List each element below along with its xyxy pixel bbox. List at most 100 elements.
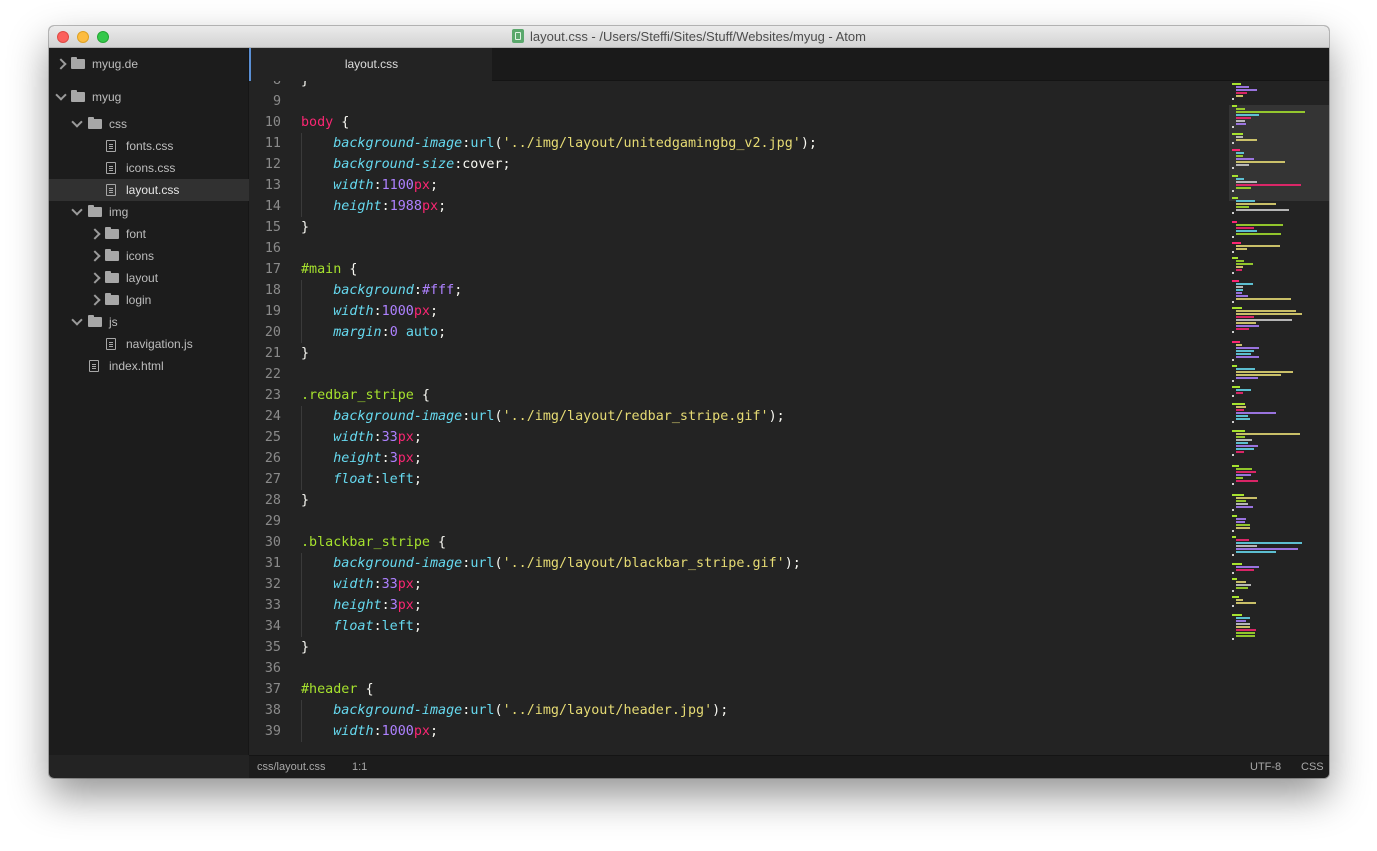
minimap-line xyxy=(1236,203,1276,205)
minimap-line xyxy=(1236,263,1253,265)
tree-item-index-html[interactable]: index.html xyxy=(49,355,249,377)
status-file-path[interactable]: css/layout.css xyxy=(257,756,325,778)
minimap-line xyxy=(1236,356,1259,358)
tree-item-img[interactable]: img xyxy=(49,201,249,223)
line-number: 11 xyxy=(264,136,281,151)
status-cursor-position[interactable]: 1:1 xyxy=(352,756,367,778)
code-line[interactable]: 38 background-image:url('../img/layout/h… xyxy=(249,700,728,721)
tree-item-myug[interactable]: myug xyxy=(49,86,249,108)
tree-item-navigation-js[interactable]: navigation.js xyxy=(49,333,249,355)
tree-item-label: icons xyxy=(126,249,155,263)
code-line[interactable]: 11 background-image:url('../img/layout/u… xyxy=(249,133,817,154)
minimap-line xyxy=(1232,380,1234,382)
code-line[interactable]: 36 xyxy=(249,658,301,679)
code-line[interactable]: 13 width:1100px; xyxy=(249,175,438,196)
code-line[interactable]: 15} xyxy=(249,217,309,238)
code-line[interactable]: 20 margin:0 auto; xyxy=(249,322,446,343)
minimap-line xyxy=(1236,451,1244,453)
tree-item-css[interactable]: css xyxy=(49,113,249,135)
line-number: 37 xyxy=(264,682,281,697)
code-line[interactable]: 22 xyxy=(249,364,301,385)
folder-icon xyxy=(71,90,85,102)
code-line[interactable]: 16 xyxy=(249,238,301,259)
code-line[interactable]: 25 width:33px; xyxy=(249,427,422,448)
minimap-line xyxy=(1236,248,1247,250)
code-line[interactable]: 26 height:3px; xyxy=(249,448,422,469)
code-line[interactable]: 31 background-image:url('../img/layout/b… xyxy=(249,553,801,574)
minimap-line xyxy=(1236,92,1247,94)
code-line[interactable]: 28} xyxy=(249,490,309,511)
chevron-right-icon[interactable] xyxy=(89,272,101,284)
tree-item-myug-de[interactable]: myug.de xyxy=(49,53,249,75)
status-grammar[interactable]: CSS xyxy=(1301,756,1324,778)
minimap-line xyxy=(1236,206,1249,208)
code-line[interactable]: 32 width:33px; xyxy=(249,574,422,595)
chevron-right-icon[interactable] xyxy=(89,294,101,306)
minimap-line xyxy=(1236,497,1257,499)
tree-item-layout-css[interactable]: layout.css xyxy=(49,179,249,201)
file-icon xyxy=(106,140,116,152)
code-text: width:1100px; xyxy=(333,178,439,193)
minimap-line xyxy=(1236,371,1293,373)
folder-icon xyxy=(88,117,102,129)
minimap-line xyxy=(1236,328,1249,330)
chevron-down-icon[interactable] xyxy=(71,314,83,326)
minimap-line xyxy=(1232,149,1240,151)
indent-guide xyxy=(301,616,302,637)
code-line[interactable]: 27 float:left; xyxy=(249,469,422,490)
minimap-line xyxy=(1236,503,1248,505)
code-line[interactable]: 34 float:left; xyxy=(249,616,422,637)
code-editor[interactable]: 8} 9 10 body {11 background-image:url('../i… xyxy=(249,81,1329,755)
minimap-line xyxy=(1236,209,1289,211)
chevron-right-icon[interactable] xyxy=(55,58,67,70)
tree-item-login[interactable]: login xyxy=(49,289,249,311)
minimap-line xyxy=(1236,629,1256,631)
code-line[interactable]: 17 #main { xyxy=(249,259,358,280)
indent-guide xyxy=(301,406,302,427)
tree-item-icons[interactable]: icons xyxy=(49,245,249,267)
minimap-line xyxy=(1236,477,1243,479)
code-line[interactable]: 33 height:3px; xyxy=(249,595,422,616)
code-line[interactable]: 18 background:#fff; xyxy=(249,280,462,301)
code-line[interactable]: 39 width:1000px; xyxy=(249,721,438,742)
status-encoding[interactable]: UTF-8 xyxy=(1250,756,1281,778)
code-text: float:left; xyxy=(333,619,422,634)
line-number: 38 xyxy=(264,703,281,718)
chevron-down-icon[interactable] xyxy=(55,89,67,101)
minimap-line xyxy=(1232,190,1234,192)
minimap-line xyxy=(1236,161,1285,163)
code-line[interactable]: 29 xyxy=(249,511,301,532)
chevron-right-icon[interactable] xyxy=(89,228,101,240)
chevron-right-icon[interactable] xyxy=(89,250,101,262)
code-text: } xyxy=(301,220,310,235)
minimap-line xyxy=(1232,515,1237,517)
code-line[interactable]: 9 xyxy=(249,91,301,112)
minimap-line xyxy=(1236,111,1305,113)
tree-item-label: navigation.js xyxy=(126,337,193,351)
code-line[interactable]: 14 height:1988px; xyxy=(249,196,446,217)
minimap-line xyxy=(1236,474,1251,476)
tree-item-icons-css[interactable]: icons.css xyxy=(49,157,249,179)
code-text: width:33px; xyxy=(333,577,422,592)
code-line[interactable]: 8} xyxy=(249,81,309,91)
minimap-line xyxy=(1236,224,1283,226)
indent-guide xyxy=(301,154,302,175)
chevron-down-icon[interactable] xyxy=(71,204,83,216)
code-line[interactable]: 37 #header { xyxy=(249,679,374,700)
code-line[interactable]: 19 width:1000px; xyxy=(249,301,438,322)
tree-item-js[interactable]: js xyxy=(49,311,249,333)
code-line[interactable]: 21} xyxy=(249,343,309,364)
tree-item-layout[interactable]: layout xyxy=(49,267,249,289)
code-line[interactable]: 10 body { xyxy=(249,112,350,133)
minimap[interactable] xyxy=(1229,81,1329,755)
chevron-down-icon[interactable] xyxy=(71,116,83,128)
code-line[interactable]: 35} xyxy=(249,637,309,658)
code-line[interactable]: 24 background-image:url('../img/layout/r… xyxy=(249,406,785,427)
code-line[interactable]: 30 .blackbar_stripe { xyxy=(249,532,446,553)
tree-item-font[interactable]: font xyxy=(49,223,249,245)
tree-item-fonts-css[interactable]: fonts.css xyxy=(49,135,249,157)
code-line[interactable]: 12 background-size:cover; xyxy=(249,154,511,175)
tab-layout-css[interactable]: layout.css xyxy=(249,48,492,81)
minimap-line xyxy=(1236,266,1243,268)
code-line[interactable]: 23 .redbar_stripe { xyxy=(249,385,430,406)
